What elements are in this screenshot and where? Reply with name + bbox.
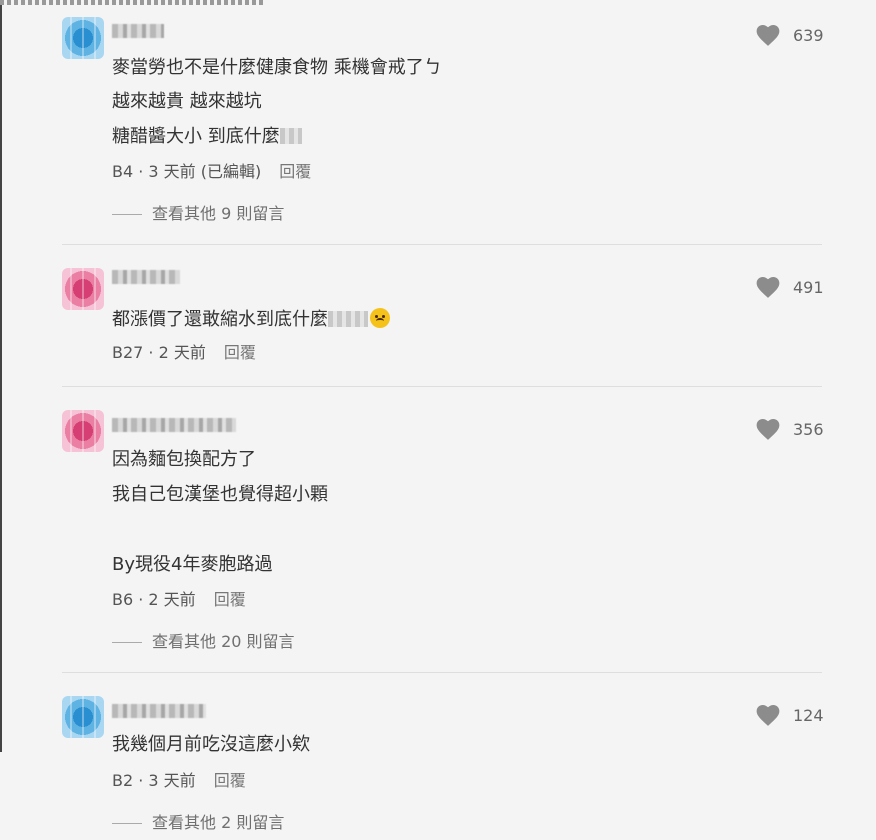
username-blurred[interactable] xyxy=(112,704,206,718)
left-border xyxy=(0,0,2,752)
comment-text: By現役4年麥胞路過 xyxy=(112,554,273,575)
heart-icon xyxy=(756,25,780,46)
view-more-label: 查看其他 2 則留言 xyxy=(152,813,285,832)
comment-thread: 639 麥當勞也不是什麼健康食物 乘機會戒了ㄅ 越來越貴 越來越坑 糖醋醬大小 … xyxy=(0,0,876,840)
comment-text: 我自己包漢堡也覺得超小顆 xyxy=(112,484,328,505)
view-more-replies[interactable]: 查看其他 2 則留言 xyxy=(112,813,284,833)
username-blurred[interactable] xyxy=(112,270,180,284)
reply-button[interactable]: 回覆 xyxy=(214,771,246,790)
separator xyxy=(62,672,822,673)
reply-button[interactable]: 回覆 xyxy=(214,590,246,609)
censored-word xyxy=(328,311,368,327)
reply-button[interactable]: 回覆 xyxy=(279,162,311,181)
username-blurred[interactable] xyxy=(112,24,164,38)
floor-and-time: B27 · 2 天前 xyxy=(112,343,206,362)
floor-and-time: B6 · 2 天前 xyxy=(112,590,196,609)
username-blurred[interactable] xyxy=(112,418,236,432)
comment-meta: B27 · 2 天前 回覆 xyxy=(112,343,256,363)
comment-meta: B6 · 2 天前 回覆 xyxy=(112,590,246,610)
divider-dash xyxy=(112,822,142,824)
avatar[interactable] xyxy=(62,696,104,738)
like-button[interactable]: 639 xyxy=(755,23,824,47)
comment-text: 越來越貴 越來越坑 xyxy=(112,91,262,112)
separator xyxy=(62,244,822,245)
divider-dash xyxy=(112,213,142,215)
comment-meta: B2 · 3 天前 回覆 xyxy=(112,771,246,791)
heart-icon xyxy=(756,277,780,298)
angry-face-icon xyxy=(370,308,390,328)
like-button[interactable]: 356 xyxy=(755,417,824,441)
avatar[interactable] xyxy=(62,268,104,310)
comment-text: 因為麵包換配方了 xyxy=(112,449,256,470)
floor-and-time: B4 · 3 天前 (已編輯) xyxy=(112,162,262,181)
view-more-replies[interactable]: 查看其他 20 則留言 xyxy=(112,632,295,652)
avatar[interactable] xyxy=(62,17,104,59)
view-more-label: 查看其他 9 則留言 xyxy=(152,204,285,223)
heart-icon xyxy=(756,705,780,726)
like-button[interactable]: 491 xyxy=(755,275,824,299)
like-count: 356 xyxy=(793,419,824,439)
comment-meta: B4 · 3 天前 (已編輯) 回覆 xyxy=(112,162,311,182)
comment-text: 糖醋醬大小 到底什麼 xyxy=(112,126,302,148)
floor-and-time: B2 · 3 天前 xyxy=(112,771,196,790)
avatar[interactable] xyxy=(62,410,104,452)
top-divider xyxy=(0,0,266,5)
view-more-label: 查看其他 20 則留言 xyxy=(152,632,295,651)
separator xyxy=(62,386,822,387)
view-more-replies[interactable]: 查看其他 9 則留言 xyxy=(112,204,284,224)
comment-text: 都漲價了還敢縮水到底什麼 xyxy=(112,308,390,331)
like-count: 124 xyxy=(793,705,824,725)
like-count: 491 xyxy=(793,277,824,297)
comment-text: 我幾個月前吃沒這麼小欸 xyxy=(112,734,310,755)
like-count: 639 xyxy=(793,25,824,45)
reply-button[interactable]: 回覆 xyxy=(224,343,256,362)
comment-text: 麥當勞也不是什麼健康食物 乘機會戒了ㄅ xyxy=(112,57,442,78)
divider-dash xyxy=(112,641,142,643)
censored-word xyxy=(279,128,302,144)
heart-icon xyxy=(756,419,780,440)
like-button[interactable]: 124 xyxy=(755,703,824,727)
